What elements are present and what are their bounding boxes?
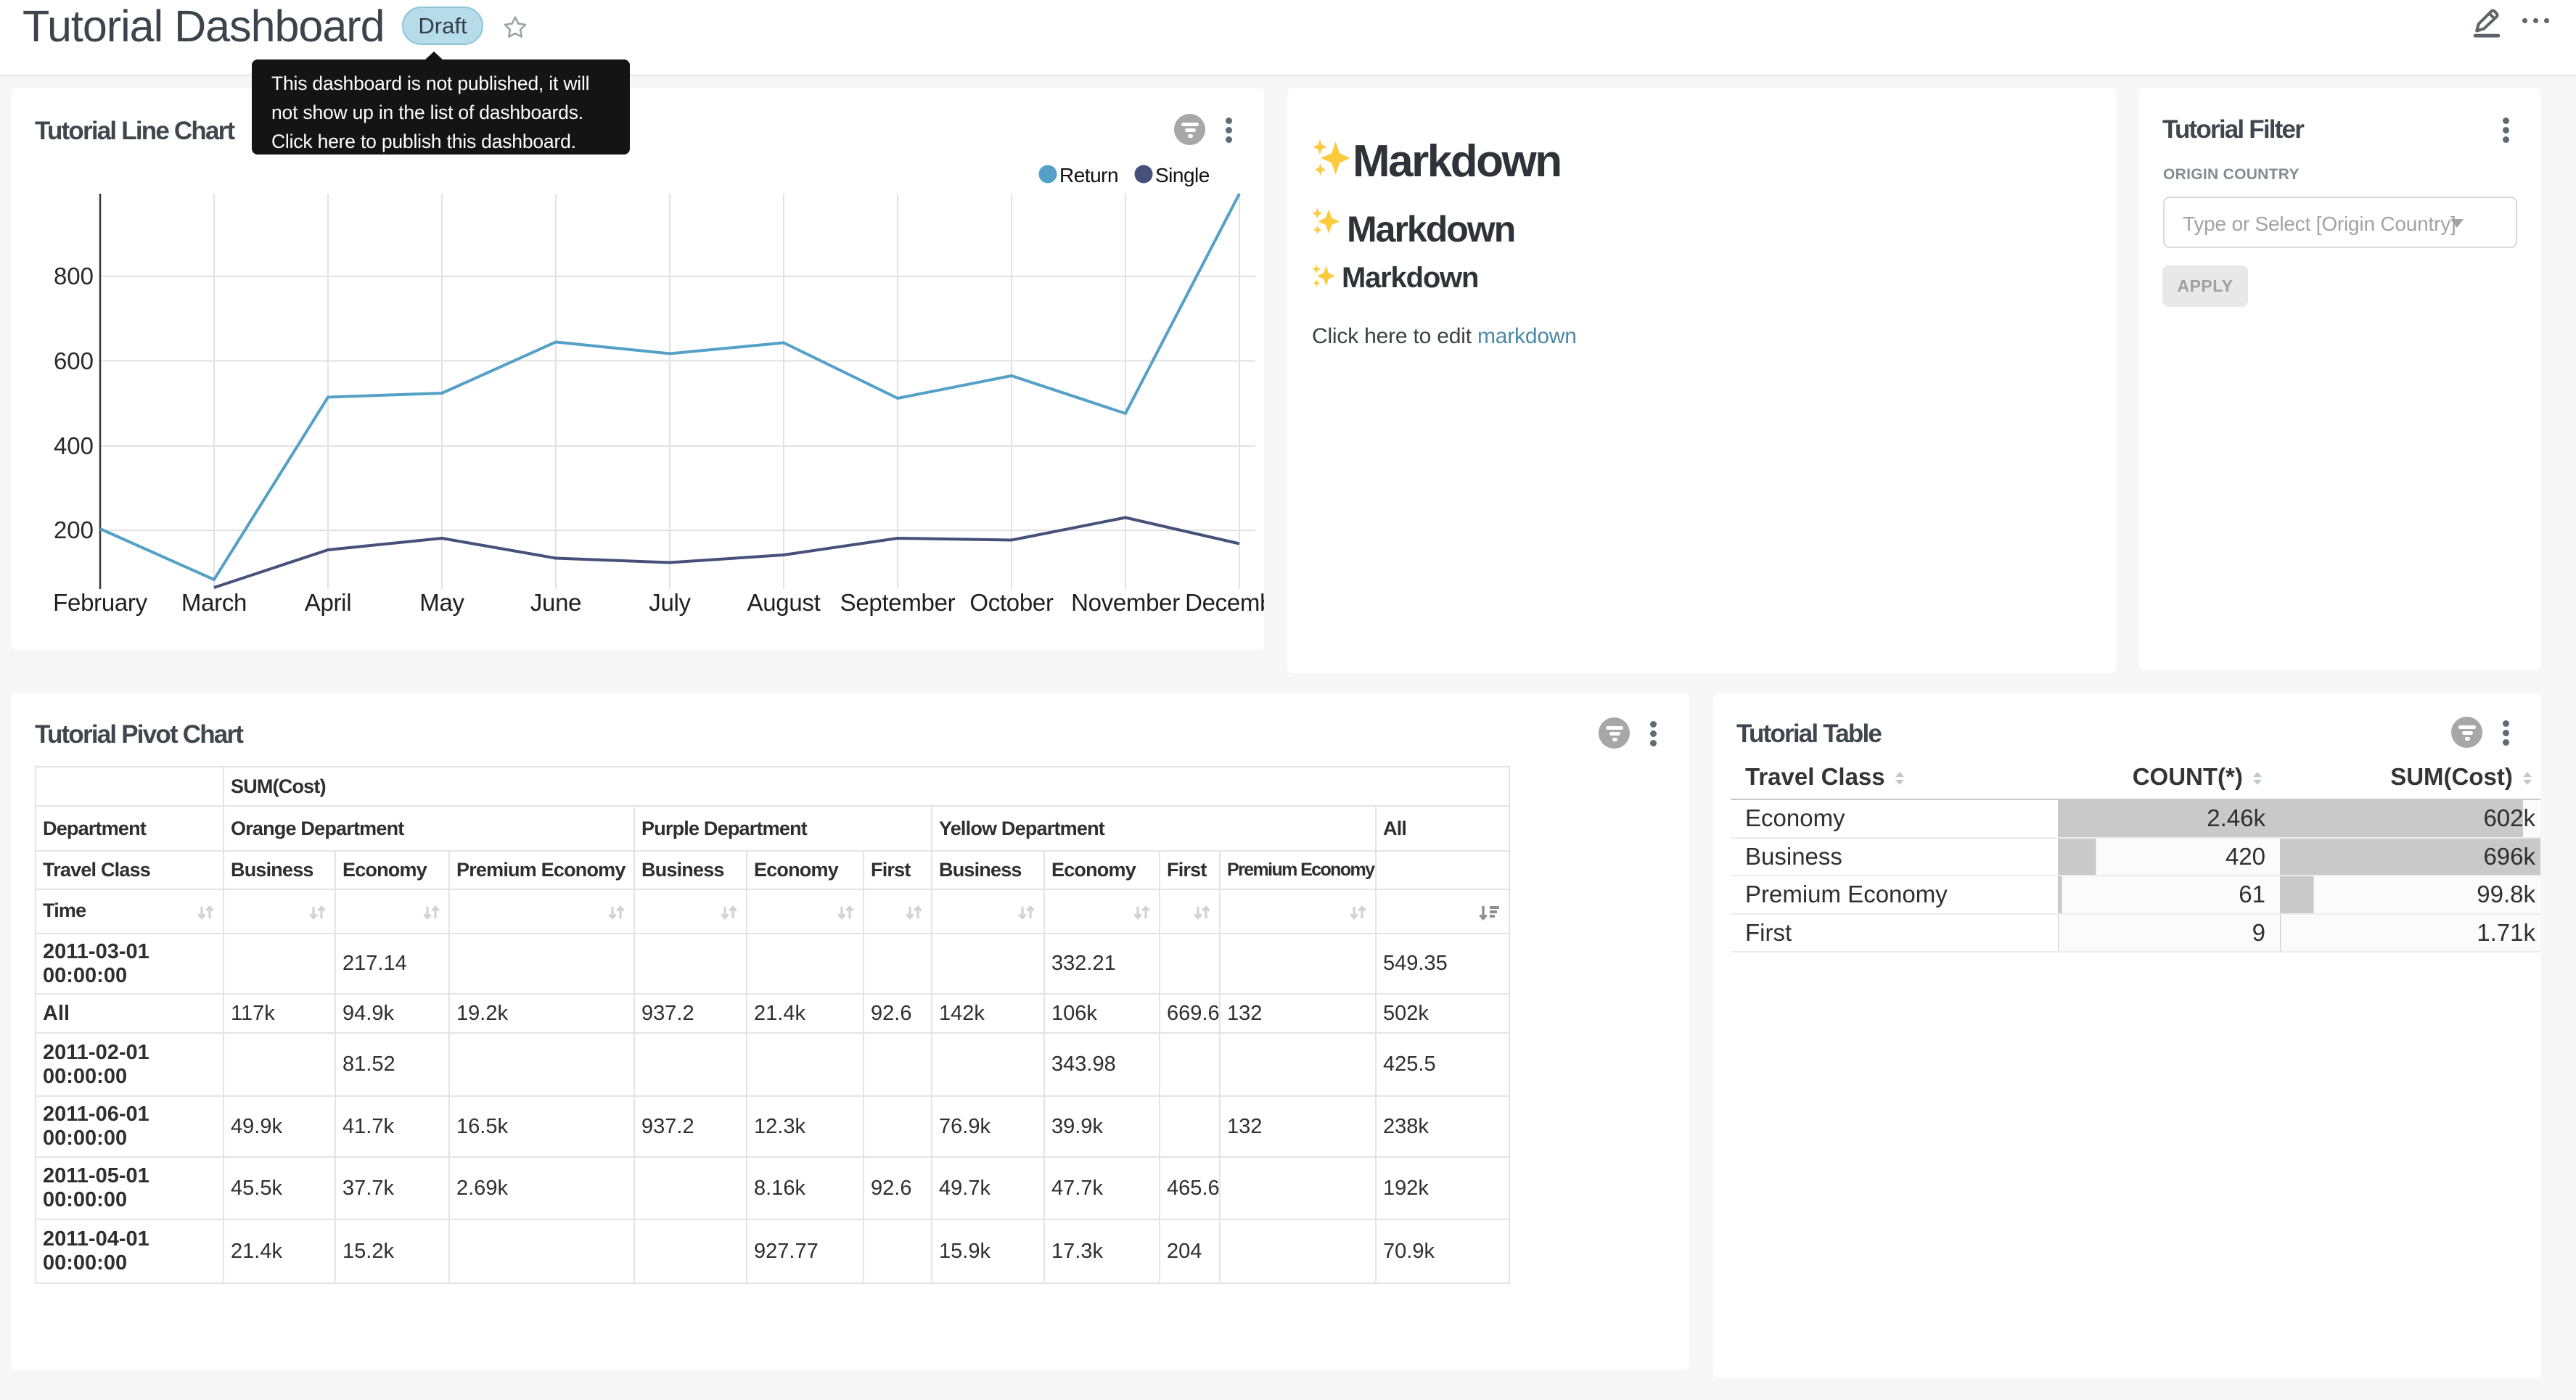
svg-text:February: February: [53, 589, 147, 616]
svg-text:May: May: [419, 589, 464, 616]
svg-text:400: 400: [54, 432, 94, 459]
svg-text:December: December: [1185, 589, 1264, 616]
svg-text:March: March: [181, 589, 247, 616]
svg-text:800: 800: [54, 263, 94, 289]
svg-text:600: 600: [54, 347, 94, 374]
svg-text:200: 200: [54, 516, 94, 543]
svg-text:June: June: [530, 589, 581, 616]
svg-text:November: November: [1071, 589, 1180, 616]
svg-text:Return: Return: [1059, 164, 1118, 186]
svg-text:July: July: [649, 589, 691, 616]
svg-text:April: April: [305, 589, 352, 616]
svg-text:September: September: [840, 589, 956, 616]
svg-text:Single: Single: [1155, 164, 1210, 186]
svg-text:October: October: [969, 589, 1054, 616]
svg-text:August: August: [747, 589, 821, 616]
